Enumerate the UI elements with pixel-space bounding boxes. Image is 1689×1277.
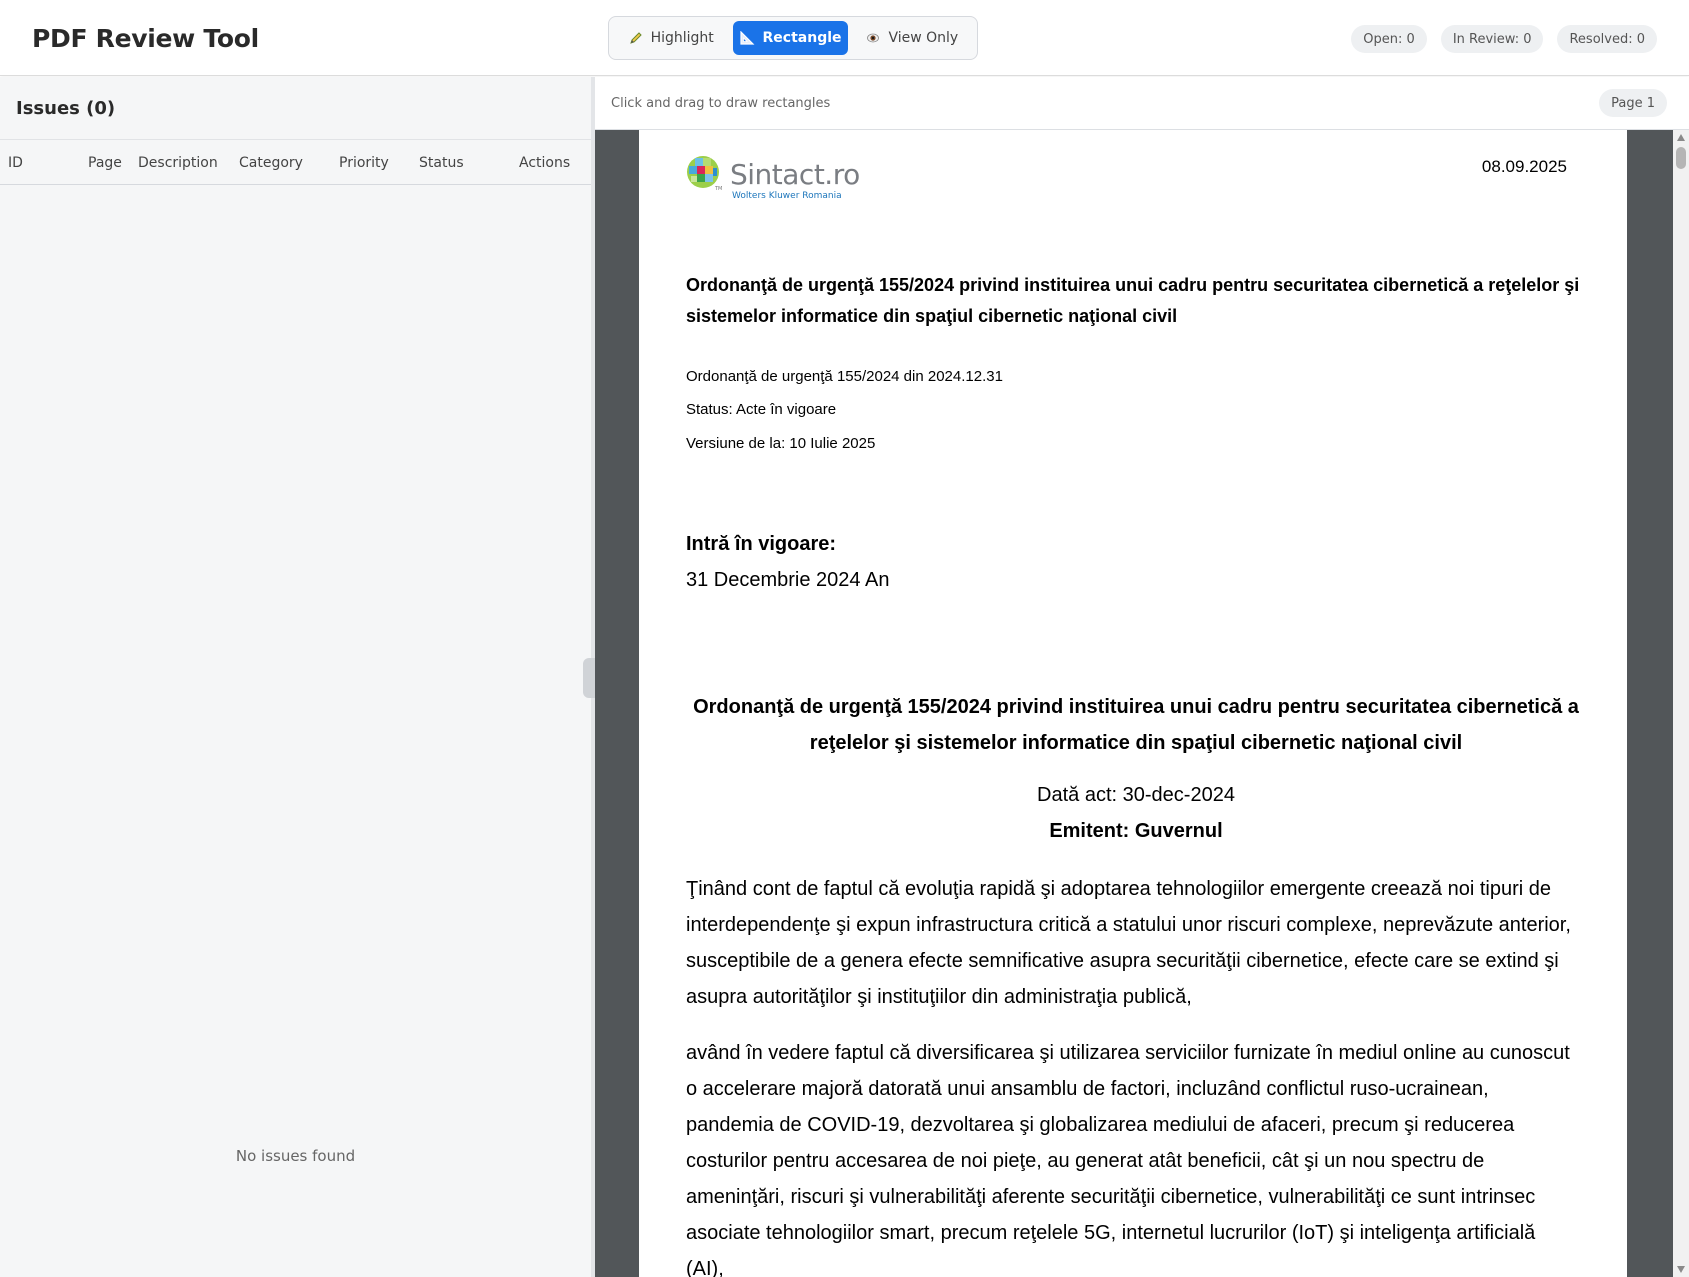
document-date: 08.09.2025 <box>1481 157 1567 176</box>
column-header-page[interactable]: Page <box>88 155 122 171</box>
view-only-mode-label: View Only <box>888 30 959 46</box>
open-count-badge: Open: 0 <box>1351 25 1427 53</box>
highlight-mode-label: Highlight <box>650 30 714 46</box>
in-review-count-badge: In Review: 0 <box>1440 25 1544 53</box>
in-force-label: Intră în vigoare: <box>686 533 837 555</box>
column-header-id[interactable]: ID <box>8 155 23 171</box>
empty-issues-message: No issues found <box>235 1147 356 1165</box>
document-title: Ordonanţă de urgenţă 155/2024 privind in… <box>686 275 1580 326</box>
rectangle-mode-label: Rectangle <box>762 30 842 46</box>
document-heading: Ordonanţă de urgenţă 155/2024 privind in… <box>693 696 1579 754</box>
eye-icon <box>866 32 880 44</box>
viewer-toolbar: Click and drag to draw rectangles Page 1 <box>595 77 1689 130</box>
logo-subtitle: Wolters Kluwer Romania <box>732 191 842 201</box>
view-only-mode-button[interactable]: View Only <box>852 21 973 55</box>
issues-title: Issues (0) <box>16 98 116 119</box>
triangle-ruler-icon <box>739 31 755 45</box>
act-emitent: Emitent: Guvernul <box>1049 820 1223 842</box>
sintact-logo-mark: TM <box>687 156 722 192</box>
sintact-logo: TM Sintact.ro Wolters Kluwer Romania <box>685 154 860 202</box>
column-header-description[interactable]: Description <box>138 155 218 171</box>
act-date: Dată act: 30-dec-2024 <box>1037 784 1235 806</box>
column-header-status[interactable]: Status <box>419 155 464 171</box>
logo-name: Sintact.ro <box>730 158 860 191</box>
act-reference: Ordonanţă de urgenţă 155/2024 din 2024.1… <box>686 368 1003 385</box>
rectangle-mode-button[interactable]: Rectangle <box>733 21 848 55</box>
logo-trademark: TM <box>714 186 722 192</box>
pdf-page[interactable]: TM Sintact.ro Wolters Kluwer Romania 08.… <box>639 130 1627 1277</box>
issues-panel: Issues (0) ID Page Description Category … <box>0 77 591 1277</box>
pdf-viewer-canvas[interactable]: TM Sintact.ro Wolters Kluwer Romania 08.… <box>595 130 1673 1277</box>
app-title: PDF Review Tool <box>32 24 259 53</box>
document-paragraph-1: Ţinând cont de faptul că evoluţia rapidă… <box>686 878 1571 1008</box>
scrollbar-thumb[interactable] <box>1676 147 1686 169</box>
viewer-scrollbar[interactable] <box>1673 130 1689 1277</box>
scroll-up-arrow-icon[interactable] <box>1677 134 1685 141</box>
issues-table-header: ID Page Description Category Priority St… <box>0 139 591 185</box>
resolved-count-badge: Resolved: 0 <box>1557 25 1657 53</box>
highlight-mode-button[interactable]: Highlight <box>613 21 729 55</box>
app-header: PDF Review Tool Highlight Rectangle View… <box>0 0 1689 76</box>
annotation-mode-toolbar: Highlight Rectangle View Only <box>608 16 978 60</box>
document-paragraph-2: având în vedere faptul că diversificarea… <box>686 1042 1570 1277</box>
issue-counters: Open: 0 In Review: 0 Resolved: 0 <box>1351 25 1657 53</box>
draw-instruction: Click and drag to draw rectangles <box>611 96 831 111</box>
column-header-actions: Actions <box>519 155 571 171</box>
page-indicator: Page 1 <box>1599 89 1667 117</box>
splitter-handle[interactable] <box>583 658 595 698</box>
act-version: Versiune de la: 10 Iulie 2025 <box>686 435 876 452</box>
column-header-category[interactable]: Category <box>239 155 303 171</box>
pencil-icon <box>629 31 643 45</box>
act-status: Status: Acte în vigoare <box>686 401 837 418</box>
scroll-down-arrow-icon[interactable] <box>1677 1266 1685 1273</box>
column-header-priority[interactable]: Priority <box>339 155 389 171</box>
in-force-date: 31 Decembrie 2024 An <box>686 569 890 591</box>
